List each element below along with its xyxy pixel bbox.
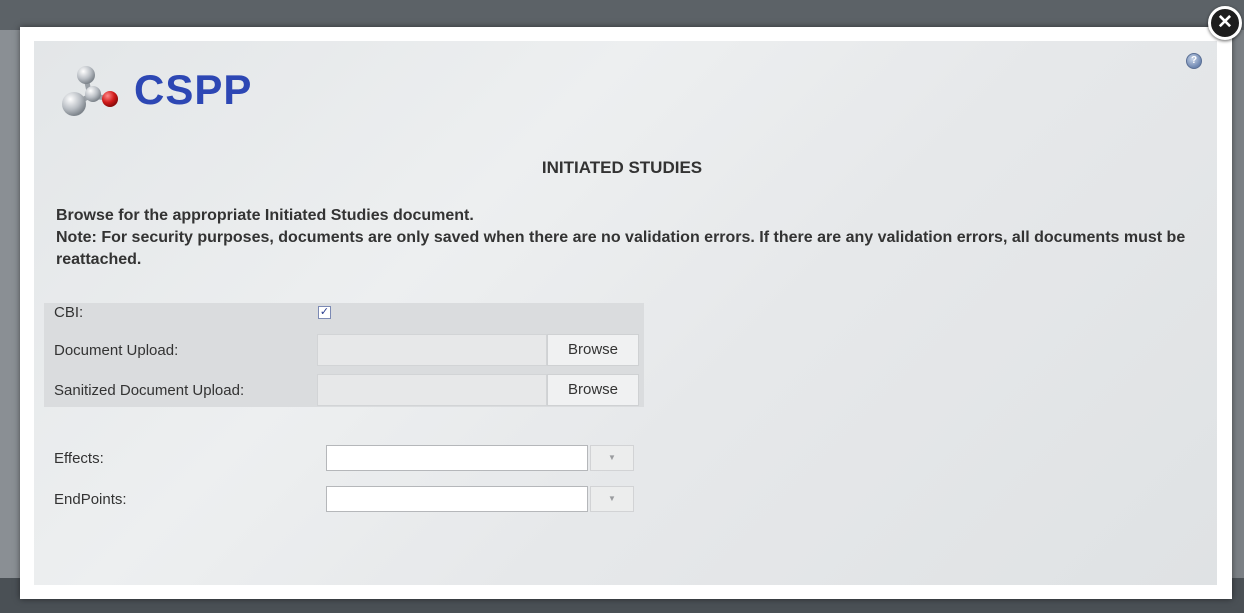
cbi-checkbox[interactable]: ✓ <box>318 306 331 319</box>
help-icon[interactable]: ? <box>1186 53 1202 69</box>
endpoints-label: EndPoints: <box>54 491 127 508</box>
background-sidebar <box>0 30 22 578</box>
endpoints-combobox[interactable] <box>326 486 588 512</box>
security-note: Note: For security purposes, documents a… <box>56 229 1186 268</box>
document-upload-field[interactable] <box>317 334 547 366</box>
document-browse-button[interactable]: Browse <box>547 334 639 366</box>
sanitized-browse-button[interactable]: Browse <box>547 374 639 406</box>
instruction-line: Browse for the appropriate Initiated Stu… <box>56 207 474 224</box>
document-upload-label: Document Upload: <box>54 342 179 359</box>
app-logo-text: CSPP <box>134 66 253 113</box>
cbi-label: CBI: <box>54 304 84 321</box>
close-icon[interactable]: ✕ <box>1208 6 1242 40</box>
sanitized-upload-field[interactable] <box>317 374 547 406</box>
effects-dropdown-arrow-icon[interactable]: ▼ <box>590 445 634 471</box>
background-header <box>0 0 1244 30</box>
dialog-title: INITIATED STUDIES <box>541 158 703 177</box>
sanitized-upload-label: Sanitized Document Upload: <box>54 382 245 399</box>
endpoints-dropdown-arrow-icon[interactable]: ▼ <box>590 486 634 512</box>
effects-label: Effects: <box>54 450 104 467</box>
instructions: Browse for the appropriate Initiated Stu… <box>56 205 1206 271</box>
molecule-logo-icon <box>62 66 118 116</box>
effects-combobox[interactable] <box>326 445 588 471</box>
